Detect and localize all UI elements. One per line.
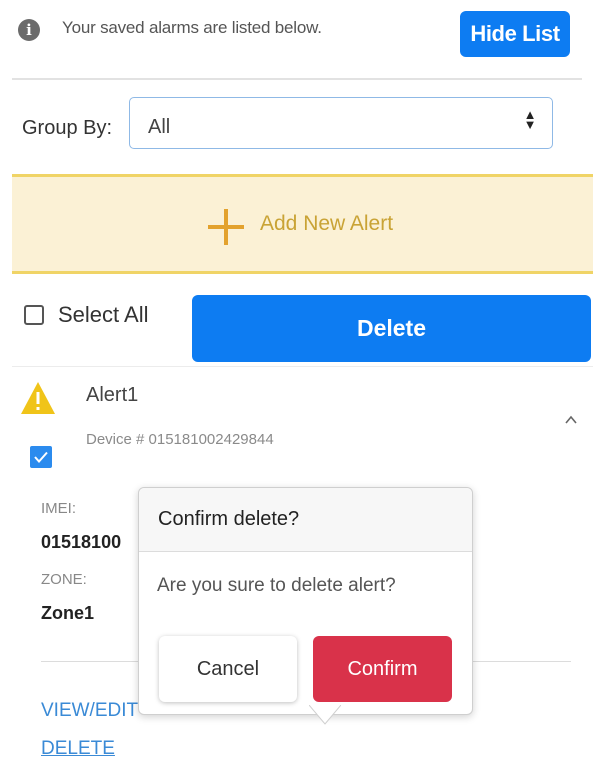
alert-name: Alert1 <box>86 384 139 406</box>
zone-value: Zone1 <box>41 603 95 623</box>
info-text: Your saved alarms are listed below. <box>62 18 322 37</box>
delete-button[interactable]: Delete <box>192 295 591 362</box>
info-icon: i <box>18 19 40 41</box>
check-icon <box>34 451 48 464</box>
imei-label: IMEI: <box>41 500 77 517</box>
group-by-selected-value: All <box>148 116 171 138</box>
imei-value: 01518100 <box>41 532 122 552</box>
select-all-checkbox[interactable] <box>24 305 44 325</box>
cancel-button[interactable]: Cancel <box>159 636 297 702</box>
alert-device-number: Device # 015181002429844 <box>86 431 274 448</box>
select-arrows-icon: ▲ ▼ <box>523 107 537 132</box>
popover-arrow <box>309 705 341 725</box>
group-by-label: Group By: <box>22 117 113 139</box>
confirm-button[interactable]: Confirm <box>313 636 452 702</box>
divider <box>12 366 593 367</box>
divider <box>12 78 582 80</box>
chevron-up-icon[interactable] <box>565 414 577 426</box>
warning-icon <box>21 382 55 414</box>
view-edit-link[interactable]: VIEW/EDIT <box>41 700 138 722</box>
zone-label: ZONE: <box>41 571 87 588</box>
plus-icon <box>208 209 244 245</box>
hide-list-button[interactable]: Hide List <box>460 11 570 57</box>
group-by-select[interactable] <box>129 97 553 149</box>
add-new-alert-label: Add New Alert <box>260 212 394 235</box>
popover-title: Confirm delete? <box>158 508 300 530</box>
alert-checkbox[interactable] <box>30 446 52 468</box>
popover-message: Are you sure to delete alert? <box>157 575 396 596</box>
select-all-label[interactable]: Select All <box>58 302 149 328</box>
delete-alert-link[interactable]: DELETE <box>41 738 115 760</box>
